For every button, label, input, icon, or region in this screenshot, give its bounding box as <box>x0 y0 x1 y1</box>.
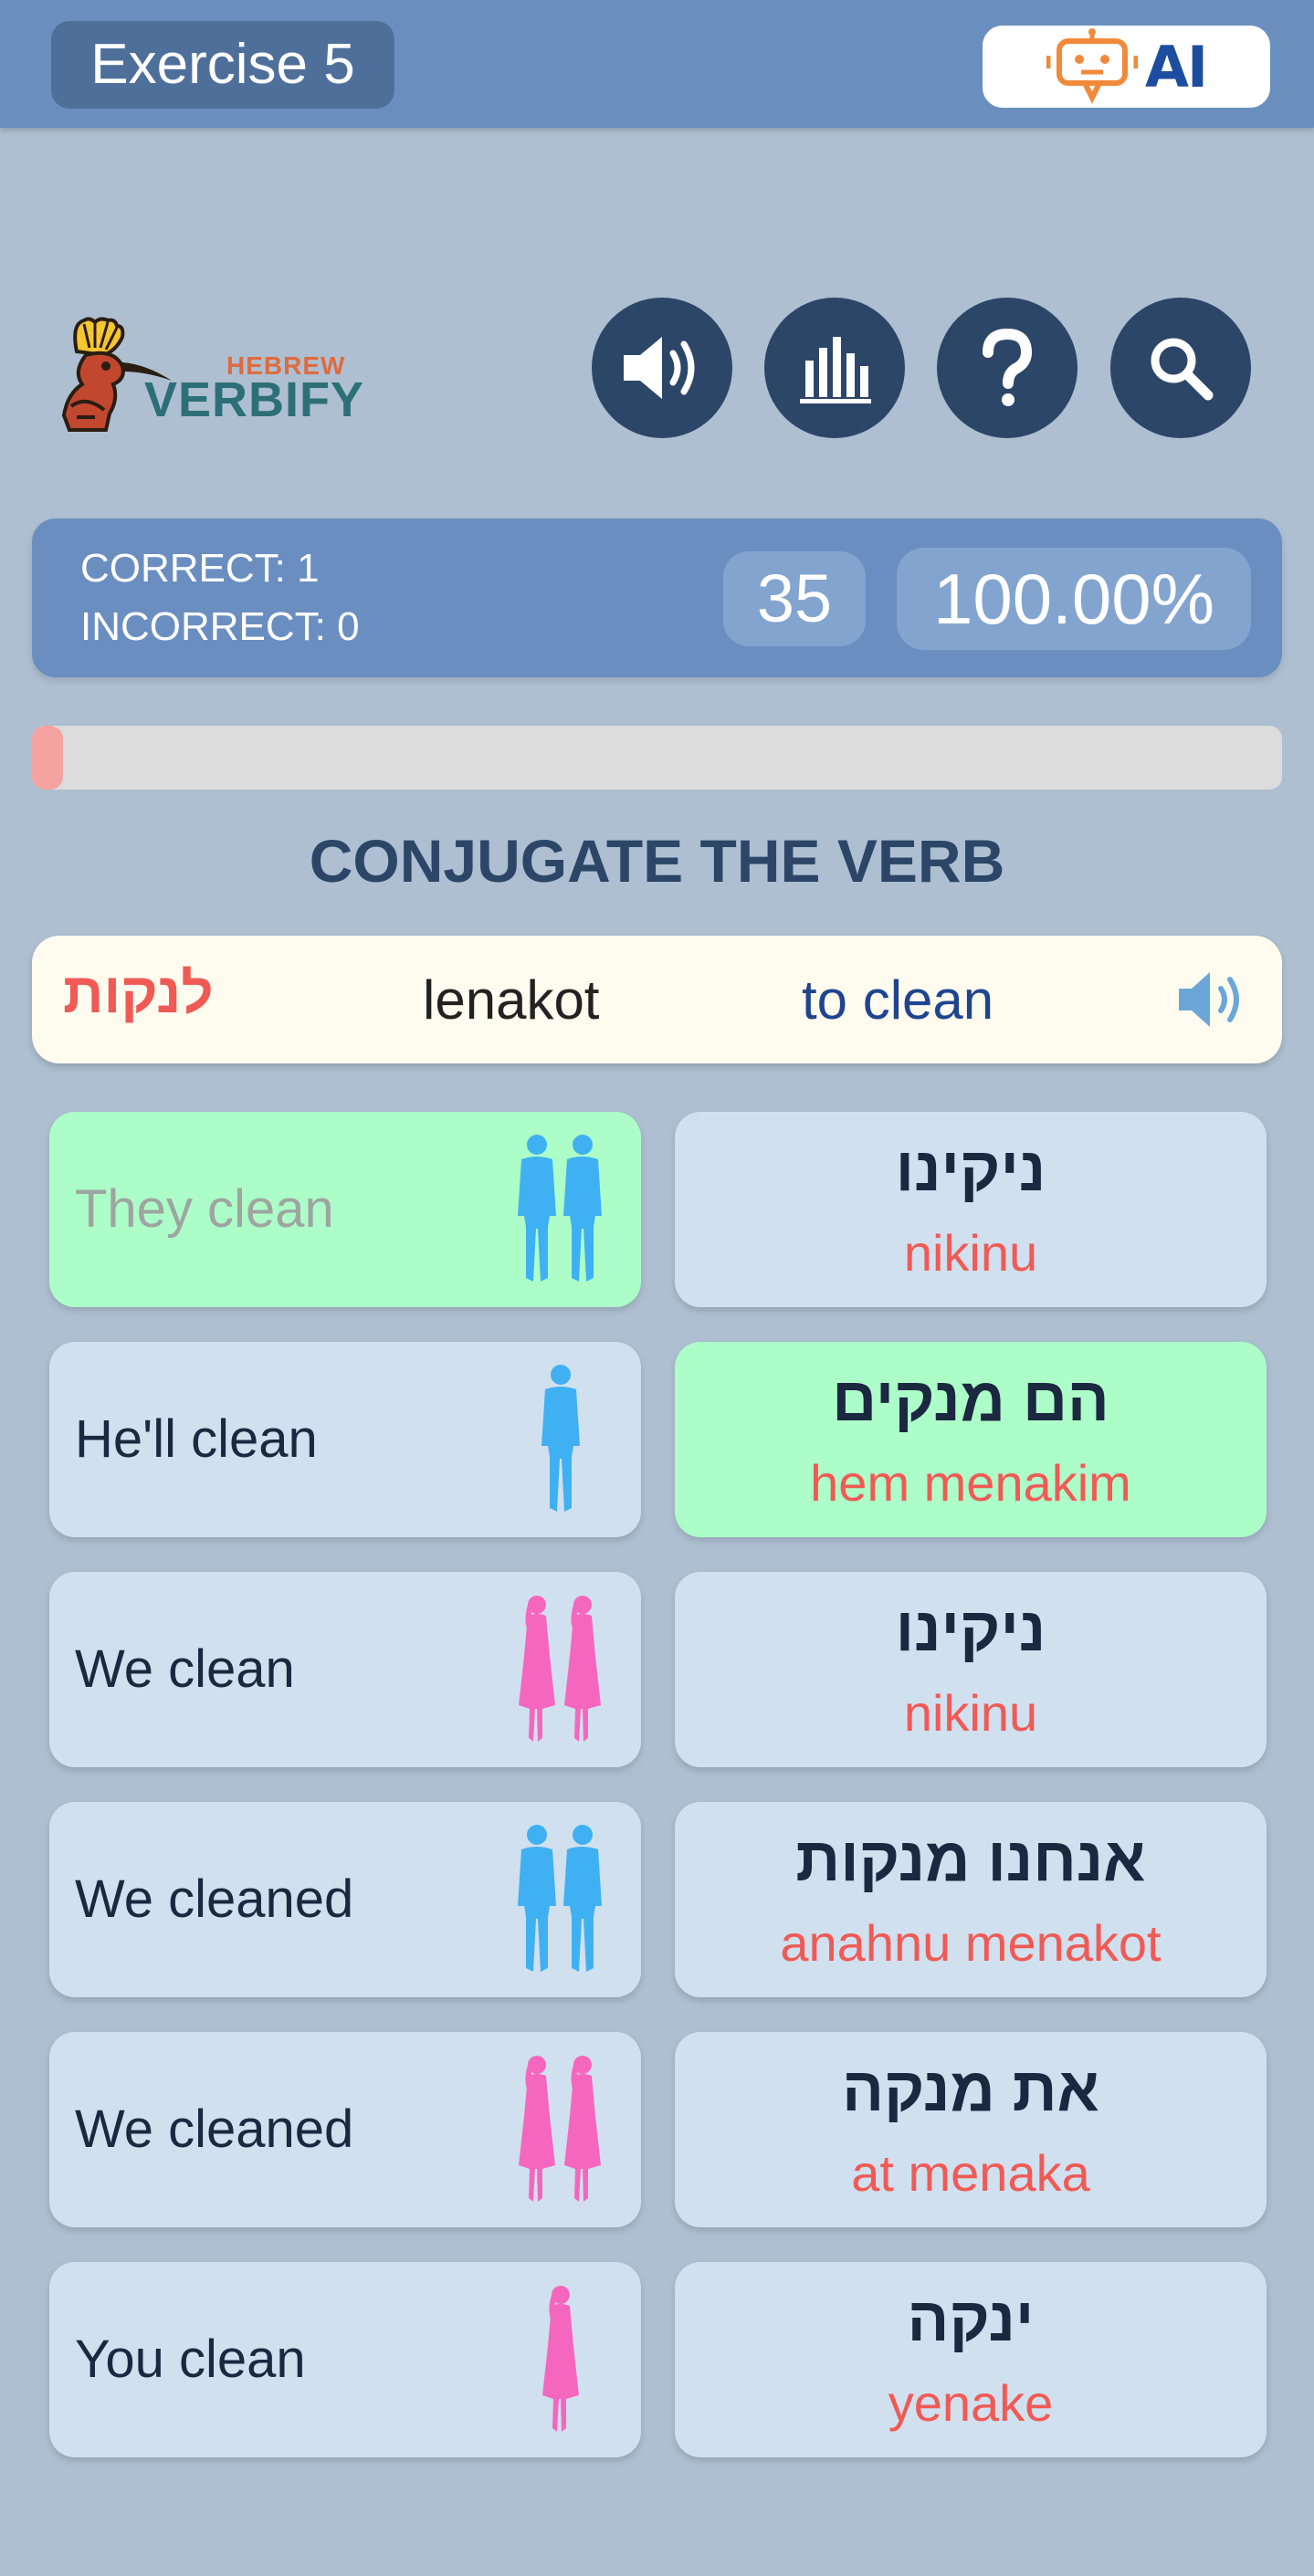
ai-assistant-button[interactable]: AI <box>983 26 1270 108</box>
search-icon <box>1151 338 1214 401</box>
english-option-label: He'll clean <box>75 1409 318 1469</box>
hebrew-option-text: ינקה <box>907 2285 1035 2354</box>
incorrect-count: INCORRECT: 0 <box>80 604 360 649</box>
verbify-logo: HEBREW VERBIFY <box>58 315 369 434</box>
english-option-label: We clean <box>75 1639 295 1699</box>
hebrew-option-tile[interactable]: ינקה yenake <box>675 2262 1267 2457</box>
hebrew-option-tile[interactable]: ניקינו nikinu <box>675 1112 1267 1307</box>
accuracy-badge: 100.00% <box>897 548 1251 650</box>
hebrew-option-text: ניקינו <box>895 1135 1046 1204</box>
statistics-button[interactable] <box>764 298 905 438</box>
english-option-tile[interactable]: He'll clean <box>49 1342 641 1537</box>
stats-bar-chart-icon <box>800 337 871 403</box>
top-bar: Exercise 5 AI <box>0 0 1314 128</box>
hebrew-option-transliteration: yenake <box>888 2374 1054 2432</box>
play-pronunciation-icon[interactable] <box>1175 967 1252 1032</box>
verb-english: to clean <box>802 969 994 1031</box>
verb-transliteration: lenakot <box>423 969 600 1031</box>
one-man-icon <box>541 1365 580 1512</box>
progress-bar <box>32 726 1282 790</box>
help-question-icon <box>983 328 1033 406</box>
english-option-tile[interactable]: You clean <box>49 2262 641 2457</box>
score-card: CORRECT: 1 INCORRECT: 0 35 100.00% <box>32 518 1282 677</box>
hebrew-option-transliteration: nikinu <box>903 1684 1038 1742</box>
verb-card: לנקות lenakot to clean <box>32 936 1282 1063</box>
english-option-label: We cleaned <box>75 1869 354 1929</box>
task-heading: CONJUGATE THE VERB <box>309 827 1005 895</box>
hebrew-option-tile[interactable]: את מנקה at menaka <box>675 2032 1267 2227</box>
two-men-icon <box>518 1825 602 1972</box>
robot-chat-icon <box>1046 28 1138 104</box>
english-option-label: You clean <box>75 2330 306 2389</box>
hebrew-option-tile[interactable]: ניקינו nikinu <box>675 1572 1267 1767</box>
english-option-label: We cleaned <box>75 2100 354 2159</box>
two-women-icon <box>519 1596 601 1742</box>
hebrew-option-tile[interactable]: אנחנו מנקות anahnu menakot <box>675 1802 1267 1997</box>
hebrew-option-text: אנחנו מנקות <box>795 1825 1146 1894</box>
help-button[interactable] <box>937 298 1077 438</box>
hebrew-option-tile[interactable]: הם מנקים hem menakim <box>675 1342 1267 1537</box>
hebrew-option-transliteration: hem menakim <box>810 1454 1131 1512</box>
verb-hebrew: לנקות <box>63 962 214 1025</box>
english-option-tile[interactable]: We cleaned <box>49 1802 641 1997</box>
exercise-label[interactable]: Exercise 5 <box>51 21 394 109</box>
hebrew-option-transliteration: nikinu <box>903 1224 1038 1282</box>
hebrew-option-text: את מנקה <box>842 2055 1099 2124</box>
hebrew-option-text: הם מנקים <box>832 1365 1109 1434</box>
correct-count: CORRECT: 1 <box>80 546 320 591</box>
search-button[interactable] <box>1110 298 1251 438</box>
hebrew-option-transliteration: anahnu menakot <box>780 1914 1162 1972</box>
english-option-tile[interactable]: We clean <box>49 1572 641 1767</box>
hebrew-option-transliteration: at menaka <box>851 2144 1090 2202</box>
one-woman-icon <box>542 2286 579 2432</box>
english-option-tile[interactable]: They clean <box>49 1112 641 1307</box>
logo-verbify-text: VERBIFY <box>144 372 365 427</box>
speaker-icon <box>624 337 695 399</box>
two-women-icon <box>519 2056 601 2202</box>
hebrew-option-text: ניקינו <box>895 1595 1046 1664</box>
sound-toggle-button[interactable] <box>592 298 732 438</box>
english-option-label: They clean <box>75 1179 334 1239</box>
ai-button-label: AI <box>1144 33 1208 100</box>
two-men-icon <box>518 1135 602 1282</box>
english-option-tile[interactable]: We cleaned <box>49 2032 641 2227</box>
timer-badge: 35 <box>723 551 866 646</box>
progress-fill <box>32 726 64 790</box>
